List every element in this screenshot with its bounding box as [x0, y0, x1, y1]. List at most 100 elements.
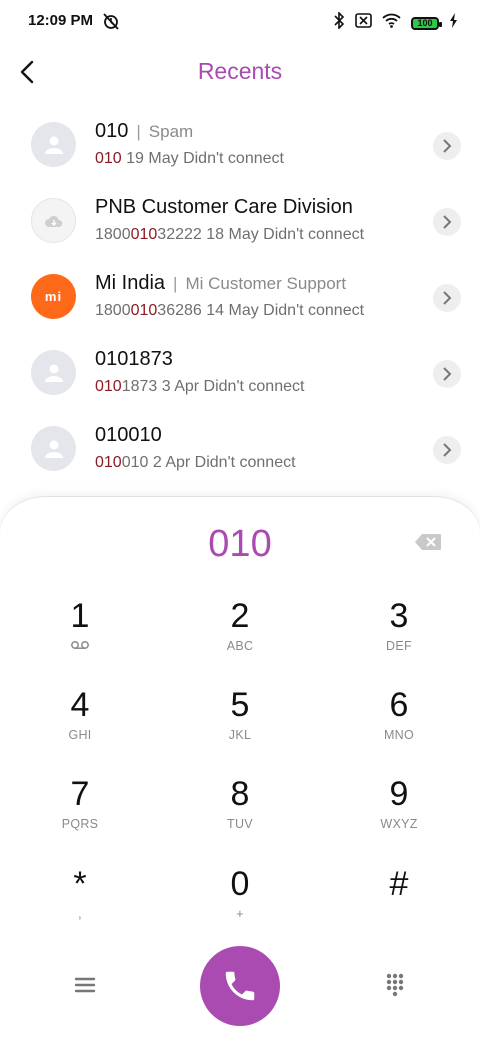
- key-3[interactable]: 3 DEF: [344, 597, 454, 675]
- dialpad-panel: 010 1 2 ABC 3 DEF 4 GHI 5 JKL 6 MNO 7 PQ…: [0, 497, 480, 1040]
- contact-name: 010010: [95, 424, 162, 447]
- person-icon: [31, 122, 76, 167]
- key-hash[interactable]: #: [344, 865, 454, 943]
- contact-name-text: Mi India: [95, 272, 166, 294]
- alarm-off-icon: [102, 12, 120, 35]
- key-star[interactable]: * ,: [25, 865, 135, 943]
- number-suffix: 1873: [121, 378, 158, 395]
- backspace-icon: [415, 534, 441, 550]
- mi-logo-icon: mi: [31, 274, 76, 319]
- separator: |: [136, 122, 141, 141]
- chevron-right-icon: [443, 215, 452, 229]
- bluetooth-icon: [333, 11, 345, 34]
- number-match: 010: [95, 150, 122, 167]
- key-letters: MNO: [383, 728, 415, 742]
- key-2[interactable]: 2 ABC: [185, 597, 295, 675]
- key-digit: 3: [389, 597, 409, 635]
- list-item[interactable]: mi Mi India | Mi Customer Support 18000103…: [0, 258, 480, 334]
- contact-name: 0101873: [95, 348, 173, 371]
- number-prefix: 1800: [95, 302, 131, 319]
- call-date-status: 2 Apr Didn't connect: [148, 454, 296, 471]
- cloud-icon: [31, 198, 76, 243]
- contact-tag: Mi Customer Support: [185, 274, 347, 293]
- number-match: 010: [130, 226, 158, 243]
- call-details: 180001032222 18 May Didn't connect: [95, 226, 364, 244]
- key-digit: 5: [230, 686, 250, 724]
- details-button[interactable]: [433, 436, 461, 464]
- key-letters: JKL: [228, 728, 252, 742]
- details-button[interactable]: [433, 208, 461, 236]
- number-prefix: 1800: [95, 226, 131, 243]
- key-letters: WXYZ: [380, 817, 418, 831]
- call-button[interactable]: [200, 946, 280, 1026]
- details-button[interactable]: [433, 132, 461, 160]
- keypad-toggle-button[interactable]: [385, 972, 405, 998]
- call-details: 0101873 3 Apr Didn't connect: [95, 378, 304, 396]
- no-sim-icon: [355, 13, 372, 33]
- key-letters: GHI: [68, 728, 92, 742]
- key-digit: 2: [230, 597, 250, 635]
- list-item[interactable]: 010010 010010 2 Apr Didn't connect: [0, 410, 480, 486]
- battery-icon: 100: [411, 16, 442, 30]
- list-item[interactable]: 010 | Spam 010 19 May Didn't connect: [0, 106, 480, 182]
- key-7[interactable]: 7 PQRS: [25, 775, 135, 853]
- contact-name: PNB Customer Care Division: [95, 196, 353, 219]
- key-letters: +: [236, 907, 244, 921]
- key-0[interactable]: 0 +: [185, 865, 295, 943]
- call-date-status: 19 May Didn't connect: [121, 150, 284, 167]
- key-digit: 7: [70, 775, 90, 813]
- number-suffix: 32222: [157, 226, 202, 243]
- key-9[interactable]: 9 WXYZ: [344, 775, 454, 853]
- number-match: 010: [95, 378, 122, 395]
- details-button[interactable]: [433, 360, 461, 388]
- contact-name-text: 0101873: [95, 348, 173, 370]
- call-date-status: 14 May Didn't connect: [201, 302, 365, 319]
- chevron-right-icon: [443, 443, 452, 457]
- status-icons: 100: [333, 11, 458, 34]
- key-digit: 9: [389, 775, 409, 813]
- list-item[interactable]: PNB Customer Care Division 180001032222 …: [0, 182, 480, 258]
- key-digit: *: [73, 865, 87, 903]
- details-button[interactable]: [433, 284, 461, 312]
- key-1[interactable]: 1: [25, 597, 135, 675]
- recents-list: 010 | Spam 010 19 May Didn't connect PNB C…: [0, 106, 480, 486]
- key-digit: 6: [389, 686, 409, 724]
- phone-icon: [225, 971, 255, 1001]
- separator: |: [173, 274, 178, 293]
- contact-name-text: 010010: [95, 424, 162, 446]
- key-digit: 1: [70, 597, 90, 635]
- key-digit: 8: [230, 775, 250, 813]
- mi-logo-text: mi: [44, 289, 63, 304]
- status-time: 12:09 PM: [28, 12, 94, 29]
- wifi-icon: [382, 13, 401, 33]
- key-letters: PQRS: [61, 817, 99, 831]
- key-letters: TUV: [227, 817, 253, 831]
- key-digit: #: [389, 865, 409, 903]
- number-suffix: 010: [121, 454, 149, 471]
- page-title: Recents: [197, 58, 283, 84]
- key-digit: 0: [230, 865, 250, 903]
- call-details: 010 19 May Didn't connect: [95, 150, 284, 168]
- menu-button[interactable]: [72, 972, 98, 998]
- key-letters: ,: [78, 907, 82, 921]
- key-6[interactable]: 6 MNO: [344, 686, 454, 764]
- contact-tag: Spam: [148, 122, 194, 141]
- chevron-right-icon: [443, 291, 452, 305]
- key-letters: DEF: [386, 639, 412, 653]
- call-date-status: 18 May Didn't connect: [201, 226, 365, 243]
- status-bar: 12:09 PM 100: [0, 0, 480, 44]
- key-letters: ABC: [226, 639, 254, 653]
- list-item[interactable]: 0101873 0101873 3 Apr Didn't connect: [0, 334, 480, 410]
- voicemail-icon: [25, 639, 135, 653]
- key-5[interactable]: 5 JKL: [185, 686, 295, 764]
- charging-icon: [449, 13, 458, 33]
- contact-name: Mi India | Mi Customer Support: [95, 272, 346, 295]
- person-icon: [31, 350, 76, 395]
- key-8[interactable]: 8 TUV: [185, 775, 295, 853]
- backspace-button[interactable]: [414, 533, 442, 556]
- contact-name-text: PNB Customer Care Division: [95, 196, 353, 218]
- menu-icon: [74, 977, 96, 993]
- contact-name-text: 010: [95, 120, 129, 142]
- call-details: 010010 2 Apr Didn't connect: [95, 454, 296, 472]
- key-4[interactable]: 4 GHI: [25, 686, 135, 764]
